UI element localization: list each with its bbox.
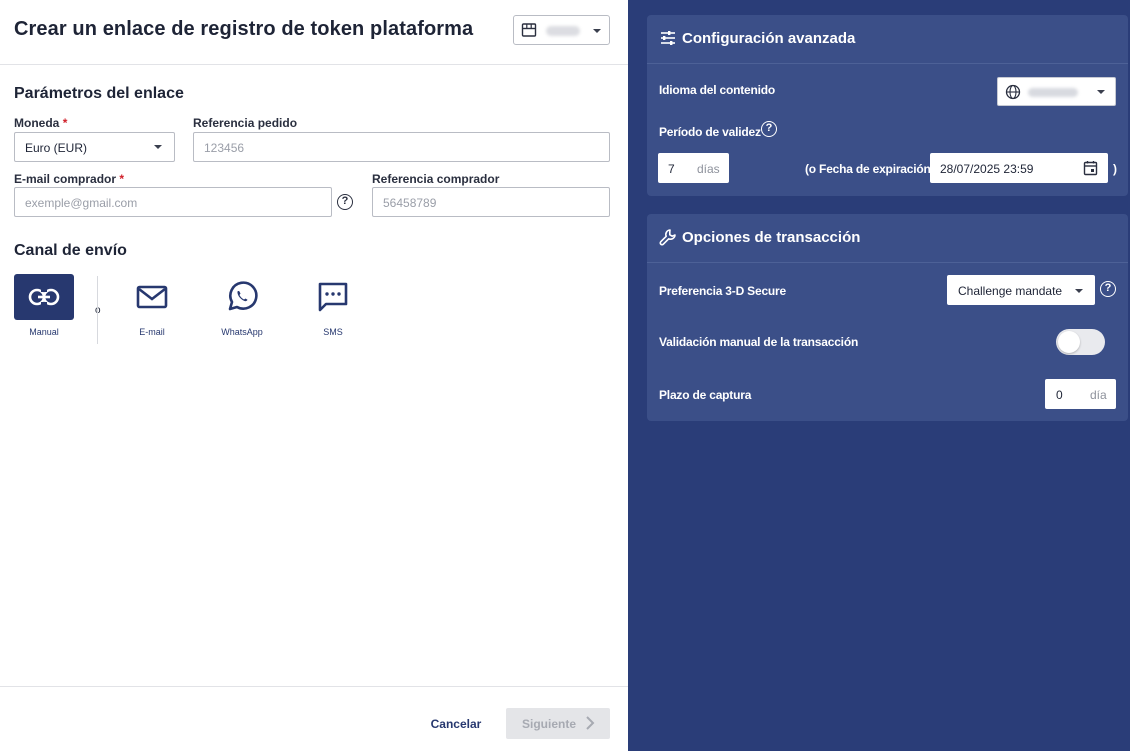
toggle-knob bbox=[1058, 331, 1080, 353]
params-section-title: Parámetros del enlace bbox=[14, 85, 184, 102]
sliders-icon bbox=[661, 31, 675, 45]
secure-label: Preferencia 3-D Secure bbox=[659, 284, 787, 298]
buyer-ref-label: Referencia comprador bbox=[372, 172, 500, 186]
store-icon bbox=[521, 23, 537, 37]
channel-whatsapp-button[interactable] bbox=[212, 274, 272, 320]
shop-select[interactable] bbox=[513, 15, 610, 45]
capture-days-input[interactable]: 0 día bbox=[1045, 379, 1116, 409]
page-title: Crear un enlace de registro de token pla… bbox=[14, 18, 474, 40]
advanced-config-header: Configuración avanzada bbox=[647, 15, 1128, 64]
secure-select[interactable]: Challenge mandate bbox=[947, 275, 1095, 305]
channel-divider bbox=[97, 276, 98, 344]
buyer-email-label: E-mail comprador * bbox=[14, 172, 125, 186]
order-ref-input[interactable]: 123456 bbox=[193, 132, 610, 162]
validity-label: Período de validez bbox=[659, 125, 761, 139]
channel-sms-button[interactable] bbox=[303, 274, 363, 320]
link-icon bbox=[28, 288, 60, 306]
validity-days-input[interactable]: 7 días bbox=[658, 153, 729, 183]
transaction-options-header: Opciones de transacción bbox=[647, 214, 1128, 263]
transaction-options-title: Opciones de transacción bbox=[682, 229, 861, 246]
currency-select[interactable]: Euro (EUR) bbox=[14, 132, 175, 162]
calendar-icon[interactable] bbox=[1083, 160, 1098, 176]
advanced-config-title: Configuración avanzada bbox=[682, 30, 856, 47]
buyer-email-input[interactable]: exemple@gmail.com bbox=[14, 187, 332, 217]
next-button[interactable]: Siguiente bbox=[506, 708, 610, 739]
channel-email-label: E-mail bbox=[139, 327, 165, 337]
sms-icon bbox=[318, 282, 348, 312]
language-select[interactable] bbox=[997, 77, 1116, 106]
expiry-close-paren: ) bbox=[1113, 162, 1117, 176]
header-divider bbox=[0, 64, 628, 65]
chevron-right-icon bbox=[586, 716, 595, 730]
manual-validation-toggle[interactable] bbox=[1056, 329, 1105, 355]
help-circle-icon[interactable]: ? bbox=[761, 121, 777, 137]
globe-icon bbox=[1005, 84, 1021, 100]
buyer-ref-input[interactable]: 56458789 bbox=[372, 187, 610, 217]
link-form-panel: Crear un enlace de registro de token pla… bbox=[0, 0, 628, 751]
expiry-date-input[interactable]: 28/07/2025 23:59 bbox=[930, 153, 1108, 183]
mail-icon bbox=[136, 285, 168, 309]
channel-manual-button[interactable] bbox=[14, 274, 74, 320]
help-circle-icon[interactable]: ? bbox=[1100, 281, 1116, 297]
channel-manual-label: Manual bbox=[29, 327, 59, 337]
settings-panel: Configuración avanzada Idioma del conten… bbox=[628, 0, 1130, 751]
expiry-label: (o Fecha de expiración bbox=[805, 162, 931, 176]
currency-label: Moneda * bbox=[14, 116, 68, 130]
language-label: Idioma del contenido bbox=[659, 83, 776, 97]
advanced-config-card: Configuración avanzada Idioma del conten… bbox=[647, 15, 1128, 196]
whatsapp-icon bbox=[228, 281, 258, 311]
chevron-down-icon bbox=[1075, 289, 1083, 293]
chevron-down-icon bbox=[154, 145, 162, 149]
channel-email-button[interactable] bbox=[122, 274, 182, 320]
channel-whatsapp-label: WhatsApp bbox=[221, 327, 263, 337]
chevron-down-icon bbox=[1097, 90, 1105, 94]
transaction-options-card: Opciones de transacción Preferencia 3-D … bbox=[647, 214, 1128, 421]
channel-section-title: Canal de envío bbox=[14, 242, 127, 259]
shop-select-value-blurred bbox=[546, 26, 580, 36]
chevron-down-icon bbox=[593, 29, 601, 33]
capture-label: Plazo de captura bbox=[659, 388, 752, 402]
language-value-blurred bbox=[1028, 88, 1078, 97]
footer-divider bbox=[0, 686, 628, 687]
wrench-icon bbox=[659, 229, 676, 246]
cancel-button[interactable]: Cancelar bbox=[420, 709, 492, 739]
help-circle-icon[interactable]: ? bbox=[337, 194, 353, 210]
channel-sms-label: SMS bbox=[323, 327, 343, 337]
manual-validation-label: Validación manual de la transacción bbox=[659, 335, 859, 349]
order-ref-label: Referencia pedido bbox=[193, 116, 298, 130]
